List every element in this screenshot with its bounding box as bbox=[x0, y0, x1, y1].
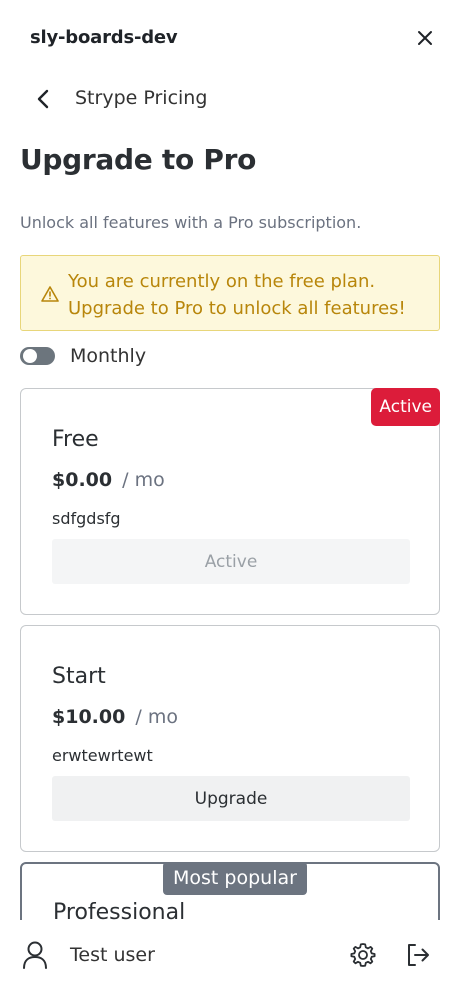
plan-card-start: Start $10.00 / mo erwtewrtewt Upgrade bbox=[20, 625, 440, 852]
plan-name: Free bbox=[52, 427, 99, 452]
chevron-left-icon bbox=[37, 89, 49, 109]
plan-period: / mo bbox=[122, 469, 165, 491]
plan-name: Start bbox=[52, 664, 106, 689]
plan-description: erwtewrtewt bbox=[52, 746, 153, 765]
logout-button[interactable] bbox=[402, 939, 434, 971]
billing-period-toggle[interactable]: Monthly bbox=[20, 343, 146, 369]
plan-period: / mo bbox=[135, 706, 178, 728]
plan-price-row: $0.00 / mo bbox=[52, 469, 165, 491]
logout-icon bbox=[408, 944, 429, 966]
page-title: Upgrade to Pro bbox=[20, 143, 257, 176]
nav-title: Strype Pricing bbox=[75, 87, 208, 109]
toggle-knob bbox=[23, 349, 37, 363]
free-plan-alert: You are currently on the free plan. Upgr… bbox=[20, 255, 440, 331]
app-header: sly-boards-dev bbox=[0, 0, 460, 78]
most-popular-badge: Most popular bbox=[163, 862, 307, 895]
gear-icon bbox=[350, 943, 376, 967]
billing-period-label: Monthly bbox=[70, 345, 147, 367]
active-badge: Active bbox=[371, 388, 440, 426]
plan-price: $0.00 bbox=[52, 469, 113, 491]
user-icon bbox=[23, 941, 47, 969]
footer-bar: Test user bbox=[0, 920, 460, 985]
close-button[interactable] bbox=[410, 24, 440, 52]
user-name[interactable]: Test user bbox=[70, 944, 155, 966]
settings-button[interactable] bbox=[347, 939, 379, 971]
back-button[interactable] bbox=[28, 84, 58, 114]
upgrade-button[interactable]: Upgrade bbox=[52, 776, 410, 821]
toggle-switch[interactable] bbox=[20, 347, 55, 365]
app-title: sly-boards-dev bbox=[30, 27, 178, 48]
plan-price: $10.00 bbox=[52, 706, 126, 728]
plan-active-button: Active bbox=[52, 539, 410, 584]
nav-bar: Strype Pricing bbox=[0, 82, 460, 118]
plan-price-row: $10.00 / mo bbox=[52, 706, 178, 728]
close-icon bbox=[418, 31, 432, 45]
plan-card-free: Active Free $0.00 / mo sdfgdsfg Active bbox=[20, 388, 440, 615]
alert-message: You are currently on the free plan. Upgr… bbox=[68, 271, 406, 319]
plan-description: sdfgdsfg bbox=[52, 509, 121, 528]
warning-icon bbox=[41, 286, 59, 302]
page-subtitle: Unlock all features with a Pro subscript… bbox=[20, 213, 362, 232]
